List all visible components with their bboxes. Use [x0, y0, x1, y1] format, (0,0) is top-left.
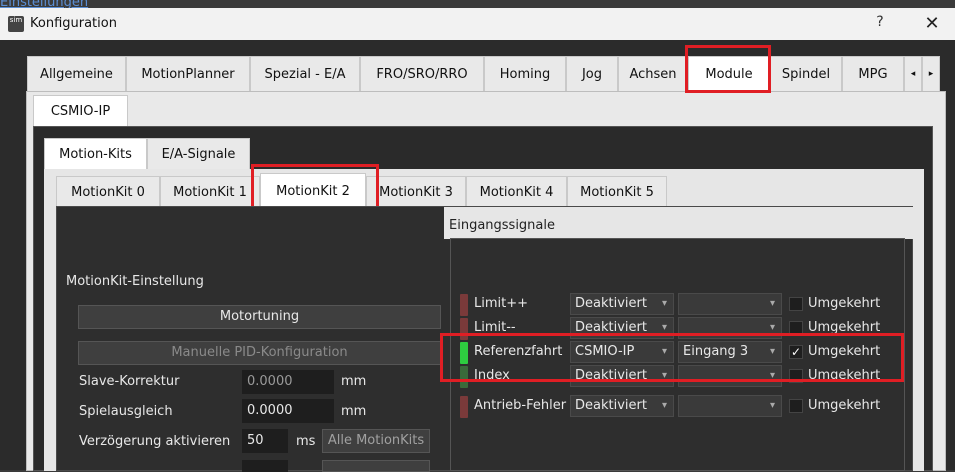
manual-pid-button[interactable]: Manuelle PID-Konfiguration	[78, 341, 441, 365]
main-tab-bar: Allgemeine MotionPlanner Spezial - E/A F…	[0, 56, 955, 92]
tab-spindel[interactable]: Spindel	[770, 56, 842, 91]
invert-label: Umgekehrt	[808, 398, 881, 413]
all-motionkits-button[interactable]: Alle MotionKits	[322, 429, 430, 453]
tab-homing[interactable]: Homing	[484, 56, 566, 91]
tab-achsen[interactable]: Achsen	[618, 56, 688, 91]
signal-source-select[interactable]: Deaktiviert ▾	[570, 395, 674, 417]
signal-input-select[interactable]: ▾	[678, 293, 782, 315]
tab-motionplanner[interactable]: MotionPlanner	[126, 56, 250, 91]
invert-checkbox[interactable]	[789, 399, 803, 413]
signal-name: Antrieb-Fehler	[474, 398, 567, 413]
tab-scroll-left-icon[interactable]: ◂	[904, 56, 922, 91]
tab-scroll-right-icon[interactable]: ▸	[922, 56, 940, 91]
signal-source-value: Deaktiviert	[575, 398, 647, 413]
title-bar	[0, 8, 955, 40]
tab-motionkit-1[interactable]: MotionKit 1	[160, 176, 260, 208]
close-icon[interactable]: ✕	[920, 13, 944, 35]
delay-field[interactable]: 50	[242, 429, 288, 453]
tab-motionkit-0[interactable]: MotionKit 0	[56, 176, 160, 208]
tab-motionkit-3[interactable]: MotionKit 3	[366, 176, 466, 208]
backlash-label: Spielausgleich	[79, 404, 173, 419]
motionkit-settings-heading: MotionKit-Einstellung	[66, 274, 204, 289]
tab-motion-kits[interactable]: Motion-Kits	[44, 138, 147, 170]
tab-fro-sro-rro[interactable]: FRO/SRO/RRO	[360, 56, 484, 91]
next-field[interactable]	[242, 460, 288, 472]
slave-correction-field[interactable]: 0.0000	[242, 370, 334, 394]
tab-allgemeine[interactable]: Allgemeine	[27, 56, 126, 91]
window-title: Konfiguration	[30, 16, 117, 31]
next-button[interactable]	[322, 460, 430, 472]
signal-led-icon	[460, 294, 468, 316]
tab-ea-signale[interactable]: E/A-Signale	[147, 138, 250, 170]
dropdown-arrow-icon: ▾	[661, 298, 667, 309]
invert-label: Umgekehrt	[808, 296, 881, 311]
tab-jog[interactable]: Jog	[566, 56, 618, 91]
backlash-field[interactable]: 0.0000	[242, 399, 334, 423]
signal-input-select[interactable]: ▾	[678, 395, 782, 417]
slave-correction-unit: mm	[341, 374, 367, 389]
signal-name: Limit++	[474, 296, 529, 311]
tab-spezial-ea[interactable]: Spezial - E/A	[250, 56, 360, 91]
dropdown-arrow-icon: ▾	[769, 400, 775, 411]
dropdown-arrow-icon: ▾	[769, 298, 775, 309]
signals-heading: Eingangssignale	[449, 218, 555, 233]
tab-motionkit-4[interactable]: MotionKit 4	[466, 176, 567, 208]
delay-label: Verzögerung aktivieren	[79, 434, 231, 449]
motortuning-button[interactable]: Motortuning	[78, 305, 441, 329]
tab-motionkit-5[interactable]: MotionKit 5	[567, 176, 667, 208]
tab-mpg[interactable]: MPG	[842, 56, 904, 91]
highlight-referenzfahrt-row	[440, 333, 904, 382]
backlash-unit: mm	[341, 404, 367, 419]
signal-source-select[interactable]: Deaktiviert ▾	[570, 293, 674, 315]
signal-led-icon	[460, 396, 468, 418]
app-icon: sim	[8, 16, 24, 32]
signal-source-value: Deaktiviert	[575, 296, 647, 311]
delay-unit: ms	[296, 434, 316, 449]
tab-csmio-ip[interactable]: CSMIO-IP	[33, 95, 128, 127]
highlight-module-tab	[685, 45, 771, 93]
invert-checkbox[interactable]	[789, 297, 803, 311]
slave-correction-label: Slave-Korrektur	[79, 374, 180, 389]
dropdown-arrow-icon: ▾	[661, 400, 667, 411]
help-button[interactable]: ?	[868, 14, 892, 34]
